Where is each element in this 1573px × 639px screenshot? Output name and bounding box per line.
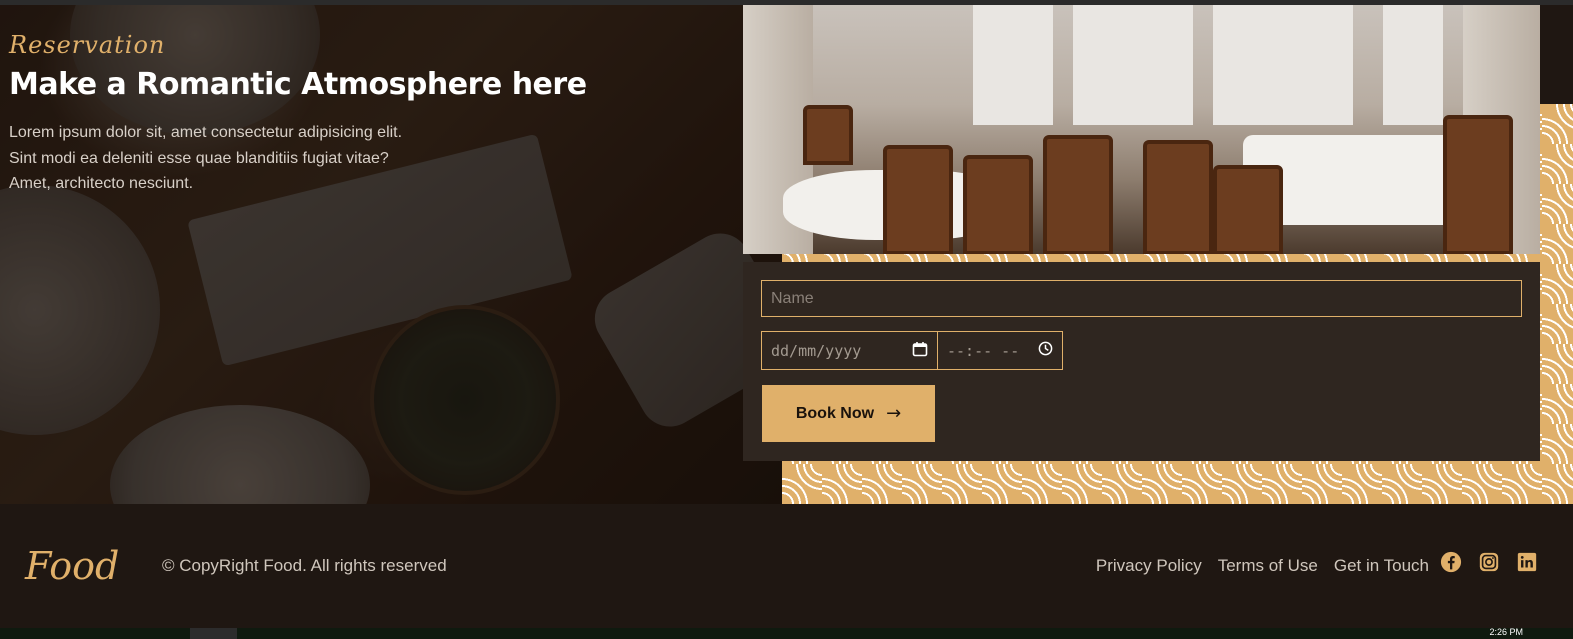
book-now-button[interactable]: Book Now → [762,385,935,442]
chair [1443,115,1513,254]
description-line: Amet, architecto nesciunt. [9,175,194,192]
window [1073,5,1193,125]
terms-of-use-link[interactable]: Terms of Use [1218,556,1318,576]
site-footer: Food © CopyRight Food. All rights reserv… [0,504,1573,628]
time-placeholder: --:-- -- [947,341,1020,360]
window [1213,5,1353,125]
copyright-text: © CopyRight Food. All rights reserved [162,556,447,575]
instagram-icon[interactable] [1478,551,1500,573]
section-kicker: Reservation [9,31,166,59]
arrow-right-icon: → [886,403,902,424]
section-headline: Make a Romantic Atmosphere here [9,67,587,102]
taskbar-app[interactable] [190,628,237,639]
date-input[interactable]: dd/mm/yyyy [762,332,938,369]
window [1383,5,1443,125]
linkedin-icon[interactable] [1516,551,1538,573]
chair [1213,165,1283,254]
calendar-icon[interactable] [912,341,928,361]
footer-links: Privacy Policy Terms of Use Get in Touch [1096,556,1429,576]
date-placeholder: dd/mm/yyyy [771,341,862,360]
taskbar-clock: 2:26 PM [1489,627,1523,637]
book-now-label: Book Now [795,404,875,422]
description-line: Lorem ipsum dolor sit, amet consectetur … [9,124,403,141]
chair [1043,135,1113,254]
chair [803,105,853,165]
facebook-icon[interactable] [1440,551,1462,573]
time-input[interactable]: --:-- -- [938,332,1062,369]
restaurant-photo [743,5,1540,254]
clock-icon[interactable] [1038,341,1053,360]
get-in-touch-link[interactable]: Get in Touch [1334,556,1429,576]
hero-text: Reservation Make a Romantic Atmosphere h… [9,31,709,197]
taskbar [0,628,1573,639]
footer-logo[interactable]: Food [25,544,119,588]
social-links [1440,551,1538,573]
reservation-form: dd/mm/yyyy --:-- -- Book Now → [743,262,1540,461]
reservation-hero: Reservation Make a Romantic Atmosphere h… [0,5,782,504]
chair [963,155,1033,254]
chair [1143,140,1213,254]
window [973,5,1053,125]
chair [883,145,953,254]
name-input[interactable] [761,280,1522,317]
section-description: Lorem ipsum dolor sit, amet consectetur … [9,120,479,197]
privacy-policy-link[interactable]: Privacy Policy [1096,556,1202,576]
description-line: Sint modi ea deleniti esse quae blanditi… [9,149,389,167]
date-time-group: dd/mm/yyyy --:-- -- [761,331,1063,370]
